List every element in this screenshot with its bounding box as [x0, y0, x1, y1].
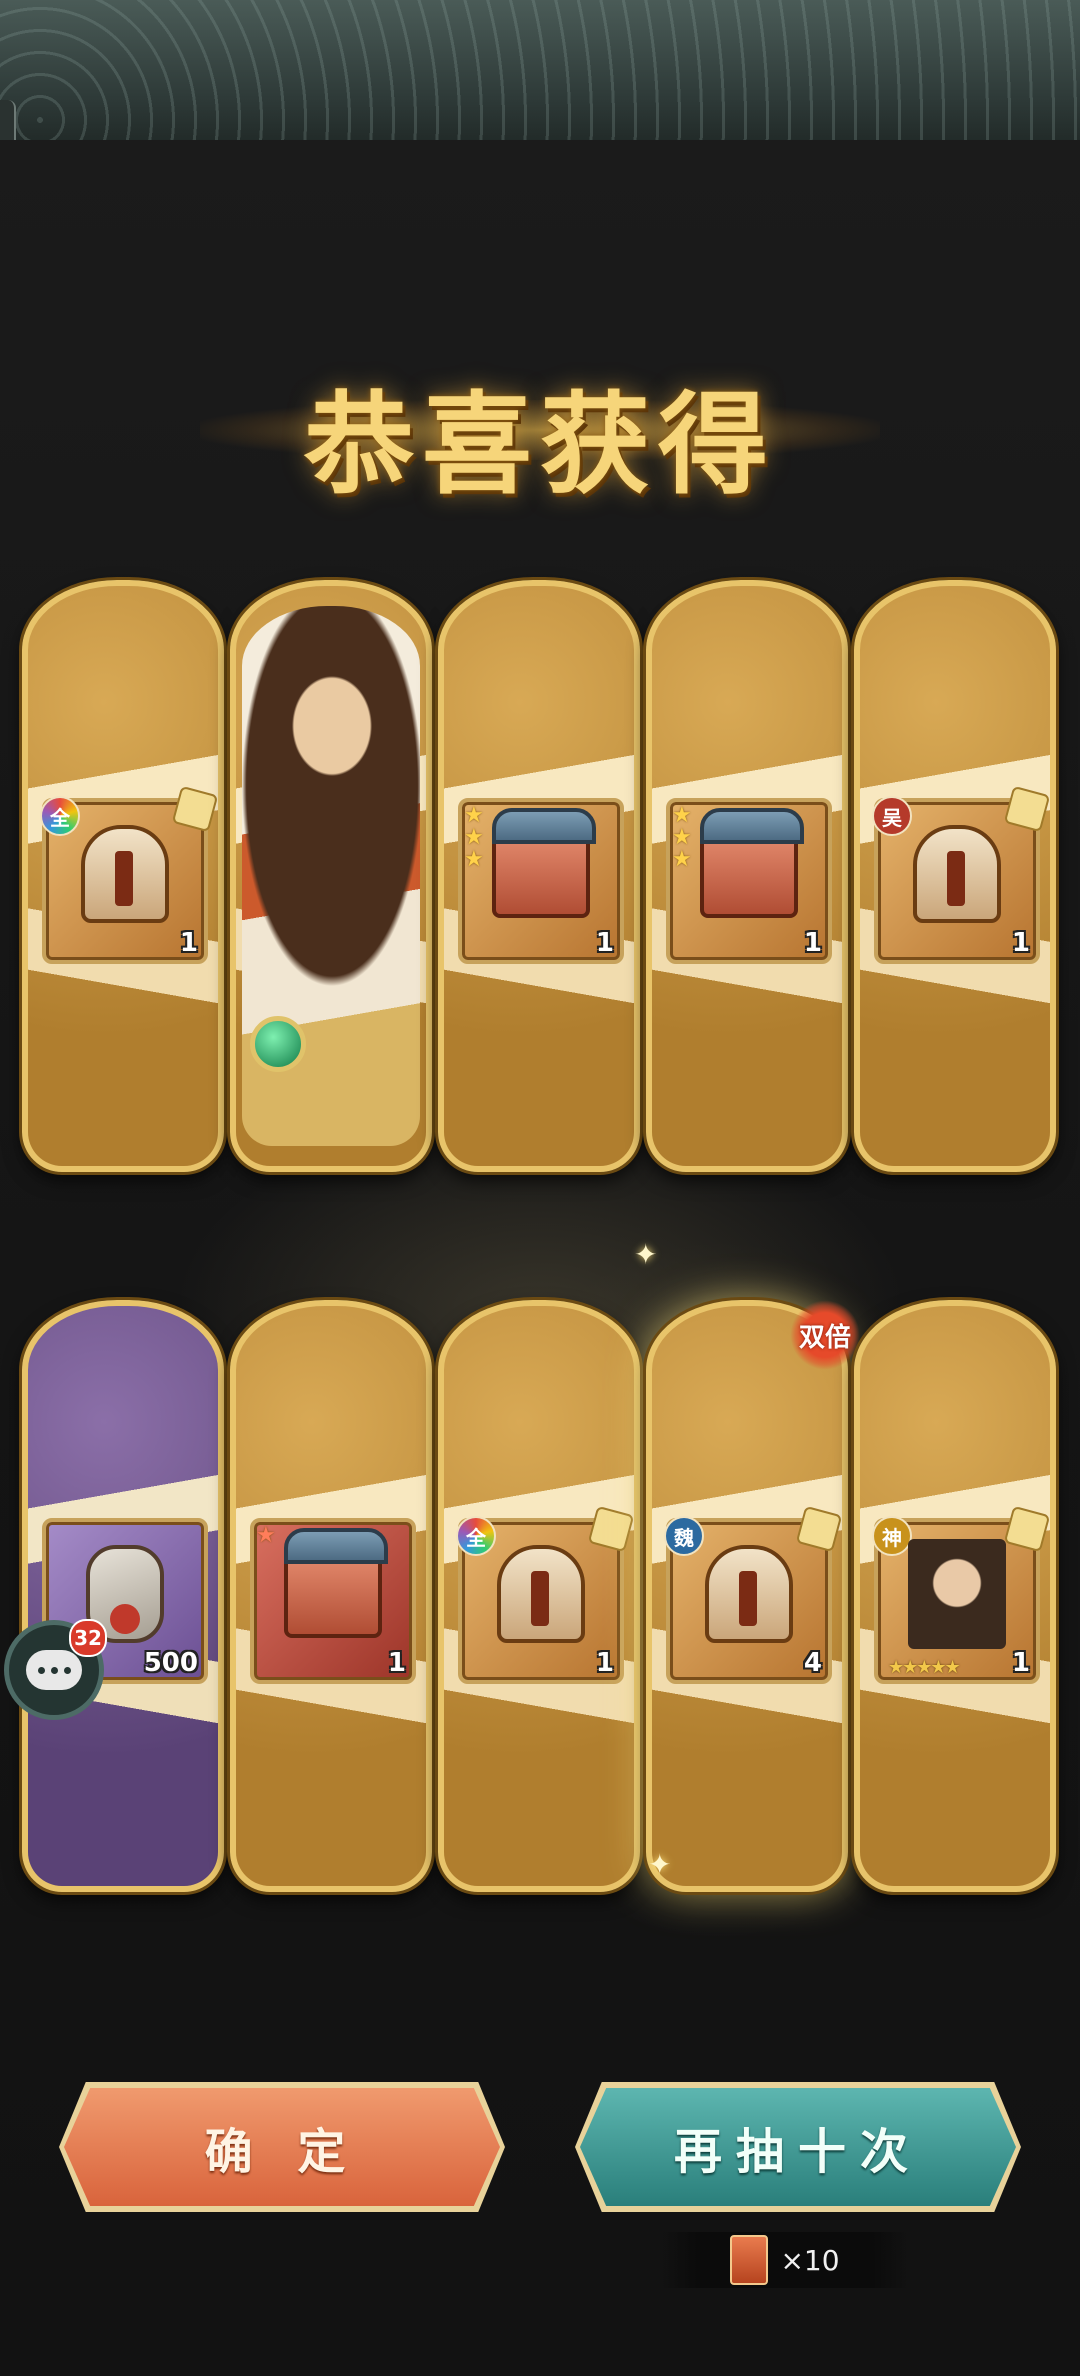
item-count: 500: [143, 1648, 198, 1678]
item-count: 4: [803, 1648, 822, 1678]
reward-tile: ★ ★ ★ 1: [458, 798, 624, 964]
faction-badge: 魏: [664, 1516, 704, 1556]
reward-tile: 全 1: [456, 1505, 635, 1684]
item-count: 1: [387, 1648, 406, 1678]
draw-ticket-icon: [730, 2235, 769, 2285]
reward-tile: 魏 4: [664, 1505, 843, 1684]
reward-card-7[interactable]: ★ 1: [230, 1300, 432, 1892]
top-banner: [0, 0, 1080, 143]
star-rating: ★ ★ ★: [672, 803, 692, 872]
helmet-fragment-icon: [700, 1544, 798, 1644]
fragment-icon: [795, 1505, 843, 1553]
reward-card-9[interactable]: 双倍 魏 4: [646, 1300, 860, 1892]
jade-gem-icon: [250, 1016, 306, 1072]
item-count: 1: [1011, 928, 1030, 958]
reward-card-1[interactable]: 全 1: [22, 580, 224, 1172]
draw-again-button[interactable]: 再抽十次: [580, 2088, 1016, 2206]
item-count: 1: [595, 1648, 614, 1678]
reward-card-10[interactable]: 神 ★★★★★ 1: [854, 1300, 1056, 1892]
fragment-icon: [171, 785, 219, 833]
reward-card-6[interactable]: 500: [22, 1300, 224, 1892]
double-reward-tag: 双倍: [790, 1300, 860, 1370]
item-count: 1: [179, 928, 198, 958]
chat-unread-badge: 32: [69, 1619, 107, 1657]
helmet-fragment-icon: [492, 1544, 590, 1644]
sparkle-icon: ✦: [648, 1848, 672, 1881]
fragment-icon: [1003, 1505, 1051, 1553]
star-rating: ★: [256, 1523, 276, 1548]
fragment-icon: [1003, 785, 1051, 833]
reward-tile: 吴 1: [872, 785, 1051, 964]
chat-button[interactable]: 32: [4, 1619, 107, 1720]
draw-cost: ×10: [660, 2232, 910, 2288]
chat-icon: [26, 1650, 82, 1690]
reward-tile: ★ ★ ★ 1: [666, 798, 832, 964]
reward-card-3[interactable]: ★ ★ ★ 1: [438, 580, 640, 1172]
confirm-button[interactable]: 确 定: [64, 2088, 500, 2206]
faction-badge: 全: [456, 1516, 496, 1556]
reward-card-8[interactable]: 全 1: [438, 1300, 640, 1892]
item-count: 1: [1011, 1648, 1030, 1678]
faction-badge: 吴: [872, 796, 912, 836]
star-rating: ★ ★ ★: [464, 803, 484, 872]
reward-card-2[interactable]: [230, 580, 432, 1172]
fragment-icon: [587, 1505, 635, 1553]
helmet-fragment-icon: [908, 824, 1006, 924]
faction-badge: 全: [40, 796, 80, 836]
awaken-stars: ★★★★★: [888, 1657, 961, 1678]
sparkle-icon: ✦: [634, 1238, 658, 1271]
reward-tile: 全 1: [40, 785, 219, 964]
treasure-chest-icon: [700, 808, 804, 924]
faction-badge: 神: [872, 1516, 912, 1556]
reward-card-5[interactable]: 吴 1: [854, 580, 1056, 1172]
title-banner: 恭喜获得: [200, 360, 880, 510]
treasure-chest-icon: [492, 808, 596, 924]
item-count: 1: [595, 928, 614, 958]
helmet-fragment-icon: [76, 824, 174, 924]
page-title: 恭喜获得: [304, 380, 776, 509]
reward-card-4[interactable]: ★ ★ ★ 1: [646, 580, 848, 1172]
reward-tile: 神 ★★★★★ 1: [872, 1505, 1051, 1684]
hero-avatar-icon: [908, 1539, 1006, 1649]
reward-tile: ★ 1: [250, 1518, 416, 1684]
treasure-chest-icon: [284, 1528, 388, 1644]
draw-cost-text: ×10: [780, 2243, 840, 2277]
item-count: 1: [803, 928, 822, 958]
